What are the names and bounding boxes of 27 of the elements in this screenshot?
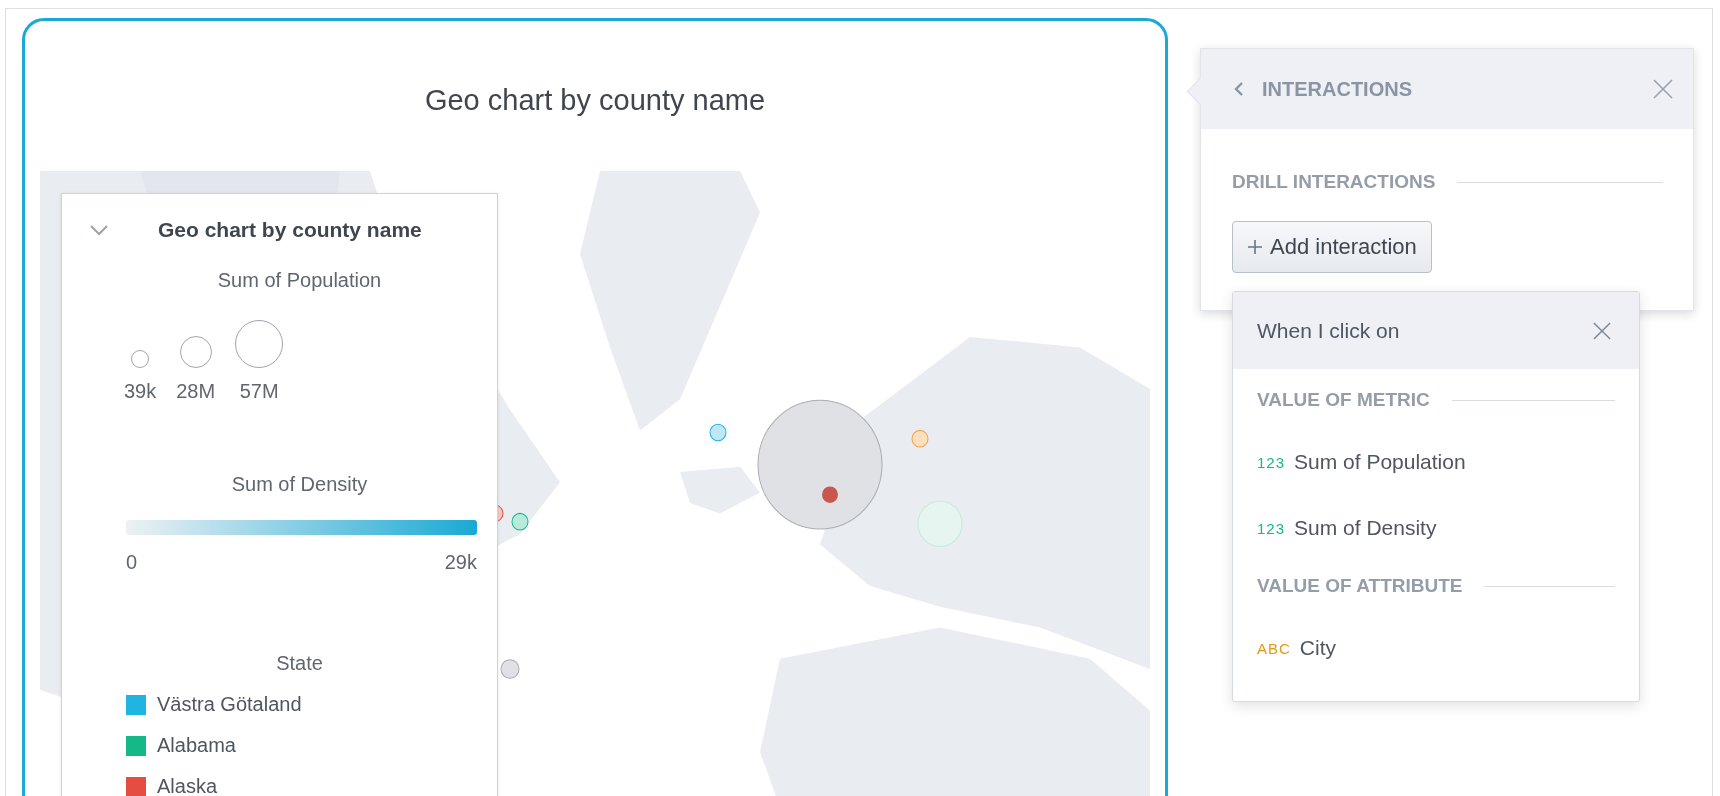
chevron-icon[interactable] [90, 224, 108, 236]
panel-title: INTERACTIONS [1262, 77, 1413, 101]
chart-title: Geo chart by county name [423, 84, 767, 117]
legend-item-label: Alabama [157, 734, 236, 757]
bubble-label: 39k [124, 380, 157, 403]
legend-heading: State [275, 652, 324, 675]
dropdown-title: When I click on [1257, 318, 1401, 343]
menu-item[interactable]: 123 Sum of Population [1233, 429, 1639, 495]
legend-title: Geo chart by county name [158, 218, 422, 242]
legend-heading: Sum of Population [216, 269, 383, 292]
close-icon[interactable] [1593, 321, 1611, 340]
scale-label: 0 [126, 551, 138, 574]
legend-item-label: Västra Götaland [157, 693, 302, 716]
plus-icon [1247, 239, 1263, 255]
group-heading: VALUE OF METRIC [1257, 389, 1430, 411]
legend-heading: Sum of Density [230, 473, 369, 496]
section-heading: DRILL INTERACTIONS [1232, 171, 1436, 193]
scale-label: 29k [444, 551, 477, 574]
back-icon[interactable] [1234, 81, 1244, 97]
legend-item-label: Alaska [157, 775, 218, 796]
menu-item[interactable]: ABC City [1233, 615, 1639, 681]
menu-item[interactable]: 123 Sum of Density [1233, 495, 1639, 561]
group-heading: VALUE OF ATTRIBUTE [1257, 575, 1463, 597]
bubble-label: 57M [239, 380, 279, 403]
bubble-label: 28M [176, 380, 216, 403]
close-icon[interactable] [1653, 79, 1673, 99]
add-interaction-button[interactable]: Add interaction [1232, 221, 1432, 273]
